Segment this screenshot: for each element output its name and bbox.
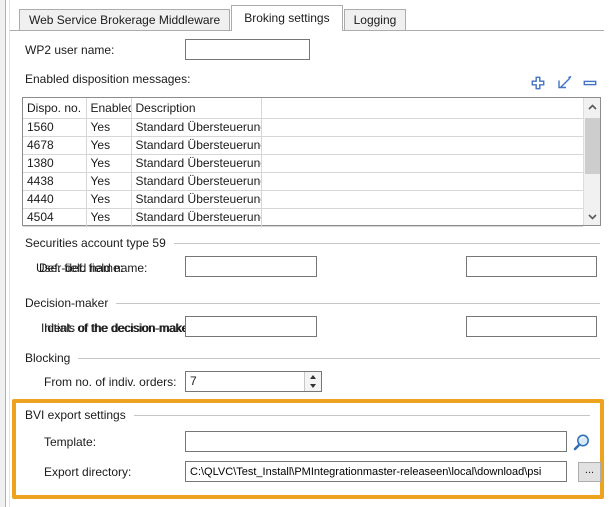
table-cell-filler <box>261 154 583 172</box>
broking-settings-panel: Web Service Brokerage Middleware Broking… <box>0 0 612 507</box>
securities-field-input-right[interactable] <box>466 256 597 277</box>
table-scrollbar[interactable] <box>583 98 600 225</box>
table-cell: 1380 <box>23 154 86 172</box>
tab-web-service-brokerage-middleware[interactable]: Web Service Brokerage Middleware <box>19 9 230 31</box>
securities-field-label-b: Def. field name: <box>39 261 123 275</box>
wp2-user-name-label: WP2 user name: <box>25 43 114 57</box>
table-cell: 4440 <box>23 190 86 208</box>
disposition-messages-label: Enabled disposition messages: <box>25 72 190 86</box>
col-dispo-no[interactable]: Dispo. no. <box>23 98 86 118</box>
tabbar: Web Service Brokerage Middleware Broking… <box>19 5 406 31</box>
from-no-indiv-orders-label: From no. of indiv. orders: <box>44 375 177 389</box>
bvi-group-label: BVI export settings <box>25 408 126 422</box>
window-left-edge <box>0 0 6 507</box>
decision-group-label: Decision-maker <box>25 296 108 310</box>
table-row[interactable]: 4504YesStandard Übersteuerung <box>23 208 583 226</box>
table-cell: Yes <box>86 136 131 154</box>
col-description[interactable]: Description <box>131 98 261 118</box>
template-label: Template: <box>44 435 96 449</box>
table-row[interactable]: 1380YesStandard Übersteuerung <box>23 154 583 172</box>
table-cell-filler <box>261 136 583 154</box>
decision-field-input[interactable] <box>185 316 317 337</box>
table-row[interactable]: 4440YesStandard Übersteuerung <box>23 190 583 208</box>
table-cell: Yes <box>86 118 131 136</box>
table-cell: 1560 <box>23 118 86 136</box>
export-directory-label: Export directory: <box>44 465 131 479</box>
spinner-buttons <box>304 372 321 391</box>
decision-field-label-b: Ident. of the decision-maker <box>44 321 192 335</box>
table-cell: 4438 <box>23 172 86 190</box>
browse-button[interactable]: ... <box>578 462 601 482</box>
table-cell: Yes <box>86 190 131 208</box>
add-icon[interactable] <box>528 73 548 92</box>
table-cell: Standard Übersteuerung <box>131 208 261 226</box>
table-cell: Yes <box>86 208 131 226</box>
col-filler <box>261 98 583 118</box>
edit-icon[interactable] <box>554 73 574 92</box>
table-cell: Standard Übersteuerung <box>131 190 261 208</box>
securities-group-header: Securities account type 59 <box>25 236 600 250</box>
table-cell: Yes <box>86 154 131 172</box>
spinner-down-icon[interactable] <box>305 382 321 392</box>
panel-left-border <box>9 0 10 507</box>
decision-group-header: Decision-maker <box>25 296 600 310</box>
tab-logging[interactable]: Logging <box>344 9 407 31</box>
disposition-grid: Dispo. no. Enabled Description 1560YesSt… <box>23 98 583 227</box>
table-cell: Standard Übersteuerung <box>131 136 261 154</box>
col-enabled[interactable]: Enabled <box>86 98 131 118</box>
bvi-group-header: BVI export settings <box>25 408 590 422</box>
table-cell: Yes <box>86 172 131 190</box>
scroll-up-icon[interactable] <box>584 98 601 115</box>
table-cell-filler <box>261 208 583 226</box>
table-cell: 4504 <box>23 208 86 226</box>
table-header-row: Dispo. no. Enabled Description <box>23 98 583 118</box>
table-cell: 4678 <box>23 136 86 154</box>
disposition-table: Dispo. no. Enabled Description 1560YesSt… <box>22 97 601 226</box>
table-cell-filler <box>261 190 583 208</box>
securities-group-label: Securities account type 59 <box>25 236 166 250</box>
wp2-user-name-input[interactable] <box>185 39 310 60</box>
tab-broking-settings[interactable]: Broking settings <box>231 5 342 31</box>
export-directory-input[interactable] <box>185 461 567 482</box>
table-cell-filler <box>261 118 583 136</box>
table-row[interactable]: 1560YesStandard Übersteuerung <box>23 118 583 136</box>
disposition-toolbar <box>528 73 600 92</box>
table-cell: Standard Übersteuerung <box>131 154 261 172</box>
remove-icon[interactable] <box>580 73 600 92</box>
spinner-up-icon[interactable] <box>305 372 321 382</box>
table-cell-filler <box>261 172 583 190</box>
table-row[interactable]: 4438YesStandard Übersteuerung <box>23 172 583 190</box>
blocking-group-label: Blocking <box>25 351 70 365</box>
indiv-orders-value[interactable]: 7 <box>186 372 304 391</box>
decision-field-input-right[interactable] <box>466 316 597 337</box>
securities-field-input[interactable] <box>185 256 317 277</box>
indiv-orders-spinner[interactable]: 7 <box>185 371 322 392</box>
table-cell: Standard Übersteuerung <box>131 118 261 136</box>
search-icon[interactable] <box>572 432 592 452</box>
table-row[interactable]: 4678YesStandard Übersteuerung <box>23 136 583 154</box>
template-input[interactable] <box>185 431 567 452</box>
table-cell: Standard Übersteuerung <box>131 172 261 190</box>
scroll-down-icon[interactable] <box>584 208 601 225</box>
scrollbar-thumb[interactable] <box>585 118 600 174</box>
blocking-group-header: Blocking <box>25 351 600 365</box>
